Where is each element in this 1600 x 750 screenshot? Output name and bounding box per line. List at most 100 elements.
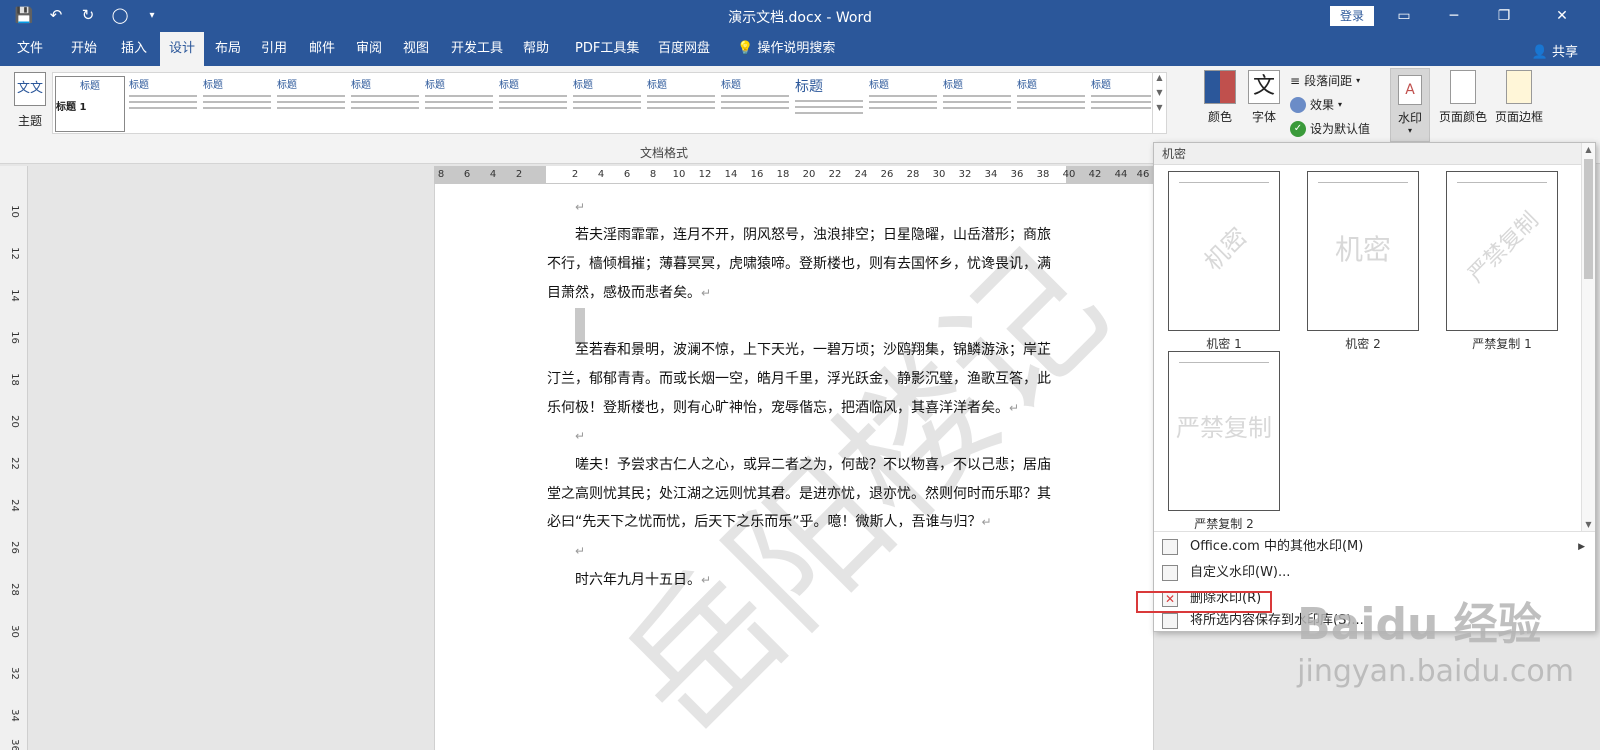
baidu-brand: Baidu 经验 bbox=[1297, 599, 1542, 650]
tab-design[interactable]: 设计 bbox=[160, 32, 205, 66]
submenu-arrow-icon: ▶ bbox=[1578, 542, 1585, 552]
annotation-highlight-box bbox=[1136, 591, 1272, 613]
tab-developer[interactable]: 开发工具 bbox=[442, 32, 512, 66]
custom-watermark-label: 自定义水印(W)... bbox=[1190, 565, 1291, 580]
thumb-heading: 标题 1 bbox=[56, 102, 87, 113]
effects-button[interactable]: 效果 ▾ bbox=[1290, 96, 1342, 113]
page-borders-button[interactable]: 页面边框 bbox=[1492, 70, 1546, 125]
tab-home[interactable]: 开始 bbox=[62, 32, 106, 66]
ruler-number: 14 bbox=[724, 169, 738, 180]
watermark-preview-text: 机密 bbox=[1334, 233, 1391, 266]
page-color-button[interactable]: 页面颜色 bbox=[1436, 70, 1490, 125]
style-set-thumbnail[interactable]: 标题 bbox=[499, 76, 567, 132]
thumb-title: 标题 bbox=[1017, 80, 1037, 91]
dropdown-scrollbar[interactable]: ▲ ▼ bbox=[1581, 143, 1595, 531]
ruler-number: 10 bbox=[672, 169, 686, 180]
scroll-thumb[interactable] bbox=[1584, 159, 1593, 279]
custom-watermark-item[interactable]: 自定义水印(W)... bbox=[1154, 561, 1595, 585]
page-color-label: 页面颜色 bbox=[1438, 110, 1487, 124]
style-set-thumbnail[interactable]: 标题 bbox=[795, 76, 863, 132]
more-watermarks-item[interactable]: Office.com 中的其他水印(M) ▶ bbox=[1154, 535, 1595, 559]
ruler-number: 26 bbox=[8, 541, 20, 554]
watermark-option-confidential-2[interactable]: 机密 机密 2 bbox=[1307, 171, 1419, 352]
watermark-option-confidential-1[interactable]: 机密 机密 1 bbox=[1168, 171, 1280, 352]
person-icon: 👤 bbox=[1531, 45, 1548, 60]
tab-references[interactable]: 引用 bbox=[252, 32, 296, 66]
themes-icon: 文文 bbox=[14, 72, 46, 106]
partial-line: 令者亦如，将对楼和何不异。 bbox=[547, 184, 1057, 193]
paragraph-text: 嗟夫！予尝求古仁人之心，或异二者之为，何哉？不以物喜，不以己悲；居庙堂之高则忧其… bbox=[547, 456, 1051, 531]
watermark-option-do-not-copy-1[interactable]: 严禁复制 严禁复制 1 bbox=[1446, 171, 1558, 352]
minimize-icon[interactable]: ─ bbox=[1442, 4, 1466, 28]
gallery-up-icon[interactable]: ▲ bbox=[1153, 73, 1166, 82]
style-set-thumbnail[interactable]: 标题 bbox=[129, 76, 197, 132]
tab-file[interactable]: 文件 bbox=[8, 32, 52, 66]
thumb-title: 标题 bbox=[795, 79, 823, 95]
ruler-number: 20 bbox=[8, 415, 20, 428]
watermark-button[interactable]: A 水印 ▾ bbox=[1390, 68, 1430, 142]
fonts-button[interactable]: 文 字体 bbox=[1244, 70, 1284, 125]
ruler-number: 42 bbox=[1088, 169, 1102, 180]
watermark-preview: 机密 bbox=[1307, 171, 1419, 331]
horizontal-ruler[interactable]: 8 6 4 2 2 4 6 8 10 12 14 16 18 20 22 24 … bbox=[434, 166, 1154, 184]
style-set-thumbnail[interactable]: 标题 bbox=[943, 76, 1011, 132]
thumb-title: 标题 bbox=[80, 81, 100, 92]
tab-view[interactable]: 视图 bbox=[394, 32, 438, 66]
style-set-thumbnail[interactable]: 标题 bbox=[203, 76, 271, 132]
style-set-thumbnail[interactable]: 标题 标题 1 bbox=[55, 76, 125, 132]
colors-button[interactable]: 颜色 bbox=[1200, 70, 1240, 125]
style-set-thumbnail[interactable]: 标题 bbox=[425, 76, 493, 132]
paragraph-mark: ↵ bbox=[701, 285, 712, 300]
style-set-thumbnail[interactable]: 标题 bbox=[1091, 76, 1151, 132]
gallery-scroll[interactable]: ▲ ▼ ▼ bbox=[1152, 73, 1166, 133]
tab-help[interactable]: 帮助 bbox=[514, 32, 558, 66]
style-set-thumbnail[interactable]: 标题 bbox=[869, 76, 937, 132]
style-set-thumbnail[interactable]: 标题 bbox=[1017, 76, 1085, 132]
ruler-number: 24 bbox=[8, 499, 20, 512]
ruler-number: 2 bbox=[515, 169, 523, 180]
document-page[interactable]: 岳阳楼记 令者亦如，将对楼和何不异。 ↵ 若夫淫雨霏霏，连月不开，阴风怒号，浊浪… bbox=[434, 184, 1154, 750]
close-icon[interactable]: ✕ bbox=[1550, 4, 1574, 28]
paragraph-mark: ↵ bbox=[1009, 400, 1020, 415]
login-button[interactable]: 登录 bbox=[1330, 6, 1374, 26]
ribbon-display-icon[interactable]: ▭ bbox=[1392, 4, 1416, 28]
share-button[interactable]: 👤 共享 bbox=[1532, 41, 1578, 60]
fonts-icon: 文 bbox=[1248, 70, 1280, 104]
paragraph-text: 至若春和景明，波澜不惊，上下天光，一碧万顷；沙鸥翔集，锦鳞游泳；岸芷汀兰，郁郁青… bbox=[547, 342, 1051, 416]
tell-me-search[interactable]: 💡 操作说明搜索 bbox=[728, 32, 844, 66]
style-set-thumbnail[interactable]: 标题 bbox=[721, 76, 789, 132]
tab-insert[interactable]: 插入 bbox=[112, 32, 156, 66]
ruler-number: 44 bbox=[1114, 169, 1128, 180]
ruler-number: 18 bbox=[776, 169, 790, 180]
tab-baidu-netdisk[interactable]: 百度网盘 bbox=[649, 32, 719, 66]
restore-icon[interactable]: ❐ bbox=[1492, 4, 1516, 28]
style-set-thumbnail[interactable]: 标题 bbox=[277, 76, 345, 132]
tab-pdf-tools[interactable]: PDF工具集 bbox=[566, 32, 648, 66]
style-set-thumbnail[interactable]: 标题 bbox=[647, 76, 715, 132]
style-set-thumbnail[interactable]: 标题 bbox=[573, 76, 641, 132]
watermark-option-do-not-copy-2[interactable]: 严禁复制 严禁复制 2 bbox=[1168, 351, 1280, 532]
paragraph-spacing-button[interactable]: ≡ 段落间距 ▾ bbox=[1290, 72, 1360, 89]
page-color-icon bbox=[1450, 70, 1476, 104]
watermark-preview-text: 机密 bbox=[1198, 222, 1253, 277]
scroll-down-icon[interactable]: ▼ bbox=[1582, 520, 1595, 529]
vertical-ruler[interactable]: 10 12 14 16 18 20 22 24 26 28 30 32 34 3… bbox=[0, 166, 28, 750]
thumb-title: 标题 bbox=[129, 80, 149, 91]
tab-mailings[interactable]: 邮件 bbox=[300, 32, 344, 66]
ruler-number: 4 bbox=[489, 169, 497, 180]
paragraph: 若夫淫雨霏霏，连月不开，阴风怒号，浊浪排空；日星隐曜，山岳潜形；商旅不行，樯倾楫… bbox=[547, 221, 1057, 307]
tab-layout[interactable]: 布局 bbox=[206, 32, 250, 66]
effects-icon bbox=[1290, 96, 1306, 113]
document-body[interactable]: 令者亦如，将对楼和何不异。 ↵ 若夫淫雨霏霏，连月不开，阴风怒号，浊浪排空；日星… bbox=[547, 184, 1057, 594]
themes-button[interactable]: 文文 主题 bbox=[10, 72, 50, 129]
style-set-thumbnail[interactable]: 标题 bbox=[351, 76, 419, 132]
ruler-number: 14 bbox=[8, 289, 20, 302]
tab-review[interactable]: 审阅 bbox=[347, 32, 391, 66]
checkmark-icon: ✓ bbox=[1290, 120, 1306, 137]
ruler-number: 8 bbox=[649, 169, 657, 180]
scroll-up-icon[interactable]: ▲ bbox=[1582, 145, 1595, 154]
set-as-default-button[interactable]: ✓ 设为默认值 bbox=[1290, 120, 1370, 137]
gallery-more-icon[interactable]: ▼ bbox=[1153, 103, 1166, 112]
gallery-down-icon[interactable]: ▼ bbox=[1153, 88, 1166, 97]
ruler-number: 8 bbox=[437, 169, 445, 180]
